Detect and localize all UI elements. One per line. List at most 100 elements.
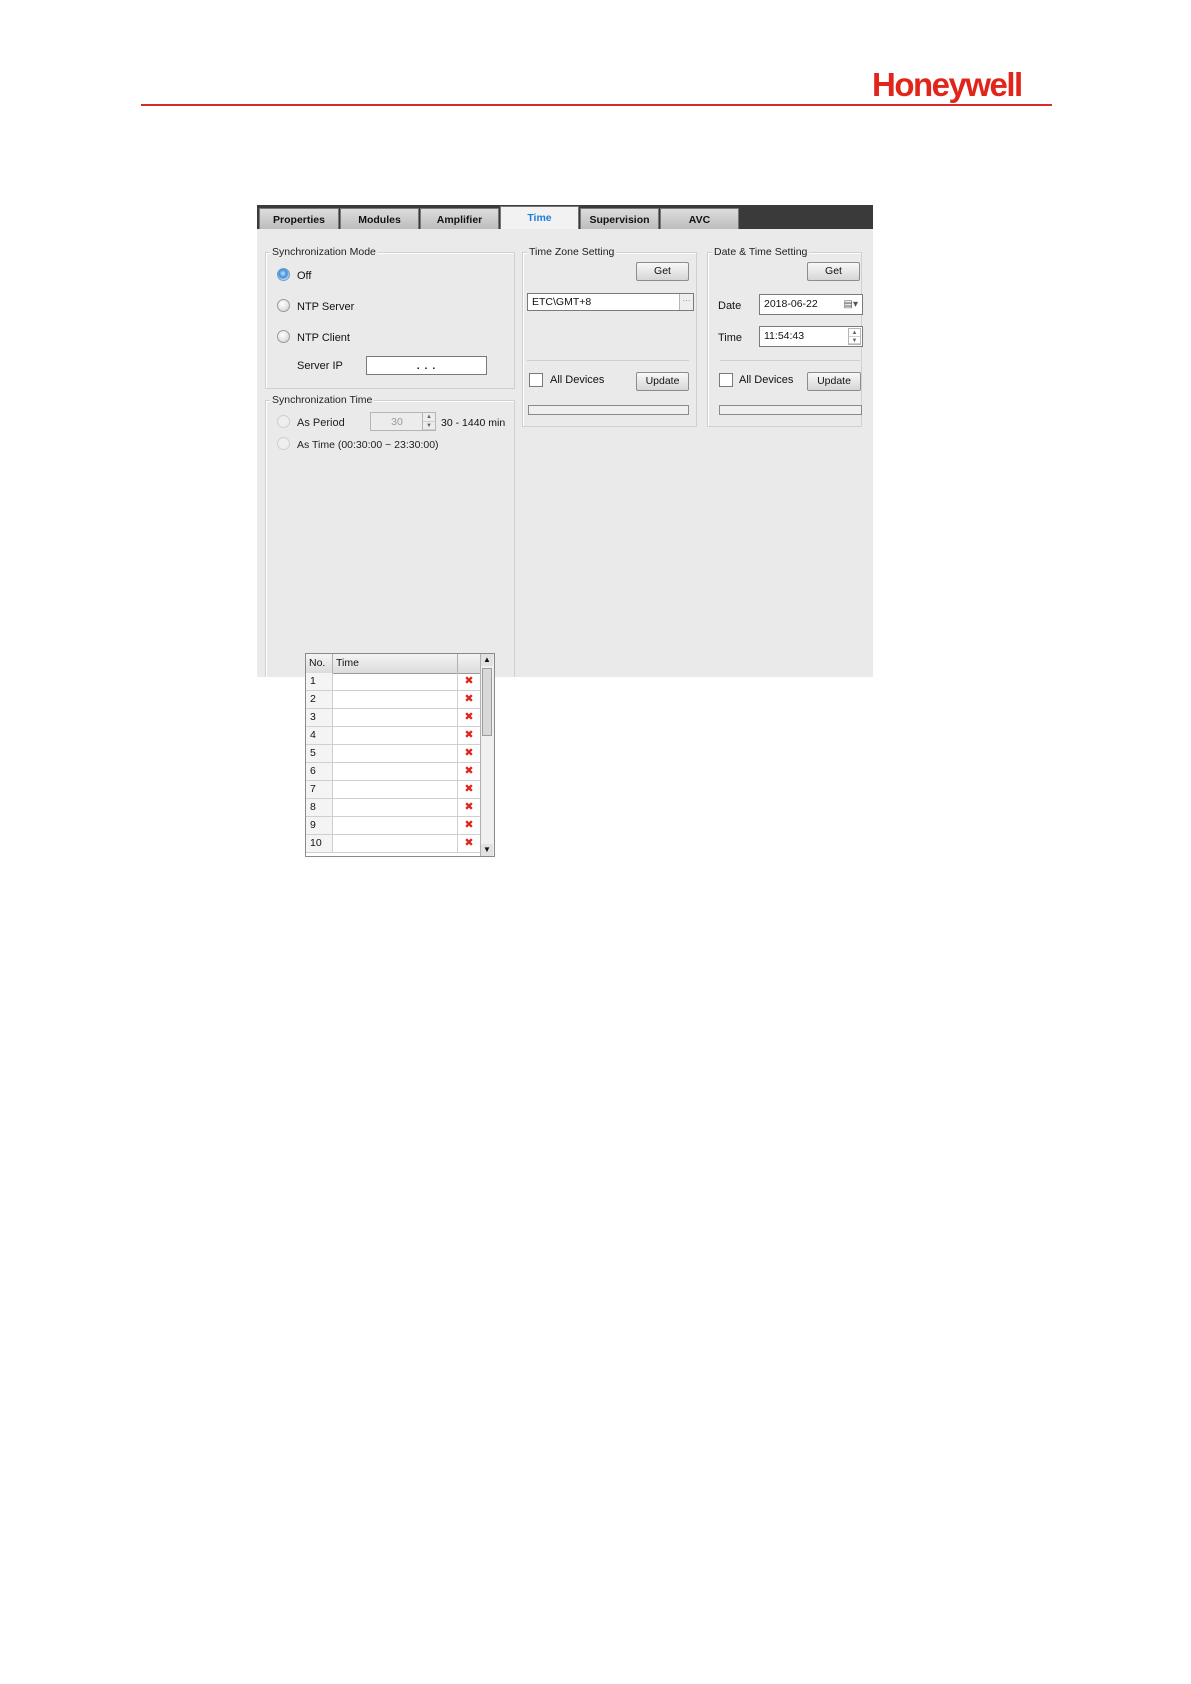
date-label: Date bbox=[718, 300, 742, 312]
row-number: 9 bbox=[306, 817, 333, 834]
period-spin-buttons[interactable]: ▲ ▼ bbox=[422, 413, 435, 430]
tab-avc[interactable]: AVC bbox=[660, 208, 739, 229]
row-time-cell[interactable] bbox=[333, 799, 458, 816]
table-row[interactable]: 5 ✖ bbox=[306, 745, 481, 763]
timezone-value: ETC\GMT+8 bbox=[532, 296, 592, 308]
table-row[interactable]: 7 ✖ bbox=[306, 781, 481, 799]
tab-supervision[interactable]: Supervision bbox=[580, 208, 659, 229]
table-row[interactable]: 6 ✖ bbox=[306, 763, 481, 781]
row-number: 10 bbox=[306, 835, 333, 852]
time-input[interactable]: 11:54:43 ▲ ▼ bbox=[759, 326, 863, 347]
table-row[interactable]: 8 ✖ bbox=[306, 799, 481, 817]
row-time-cell[interactable] bbox=[333, 835, 458, 852]
sync-mode-group: Synchronization Mode Off NTP Server NTP … bbox=[265, 246, 515, 389]
delete-icon[interactable]: ✖ bbox=[458, 817, 480, 834]
delete-icon[interactable]: ✖ bbox=[458, 781, 480, 798]
row-time-cell[interactable] bbox=[333, 817, 458, 834]
timezone-separator bbox=[527, 360, 689, 361]
time-spin-buttons[interactable]: ▲ ▼ bbox=[848, 328, 861, 345]
date-picker[interactable]: 2018-06-22 ▤▾ bbox=[759, 294, 863, 315]
row-time-cell[interactable] bbox=[333, 763, 458, 780]
datetime-all-devices-label: All Devices bbox=[739, 374, 794, 386]
row-number: 6 bbox=[306, 763, 333, 780]
table-row[interactable]: 4 ✖ bbox=[306, 727, 481, 745]
timezone-group: Time Zone Setting Get ETC\GMT+8 ··· All … bbox=[522, 246, 697, 427]
radio-as-time[interactable] bbox=[277, 437, 290, 450]
row-time-cell[interactable] bbox=[333, 709, 458, 726]
sync-time-legend: Synchronization Time bbox=[270, 394, 375, 406]
delete-icon[interactable]: ✖ bbox=[458, 799, 480, 816]
timezone-legend: Time Zone Setting bbox=[527, 246, 617, 258]
radio-off-label: Off bbox=[297, 270, 312, 282]
datetime-update-button[interactable]: Update bbox=[807, 372, 861, 391]
table-row[interactable]: 10 ✖ bbox=[306, 835, 481, 853]
time-label: Time bbox=[718, 332, 743, 344]
delete-icon[interactable]: ✖ bbox=[458, 763, 480, 780]
row-time-cell[interactable] bbox=[333, 781, 458, 798]
column-header-time: Time bbox=[333, 654, 458, 673]
datetime-all-devices-checkbox[interactable] bbox=[719, 373, 733, 387]
table-header: No. Time bbox=[306, 654, 494, 674]
tab-amplifier[interactable]: Amplifier bbox=[420, 208, 499, 229]
radio-ntp-server-label: NTP Server bbox=[297, 301, 355, 313]
row-time-cell[interactable] bbox=[333, 673, 458, 690]
radio-ntp-client-label: NTP Client bbox=[297, 332, 350, 344]
row-time-cell[interactable] bbox=[333, 745, 458, 762]
delete-icon[interactable]: ✖ bbox=[458, 709, 480, 726]
table-row[interactable]: 2 ✖ bbox=[306, 691, 481, 709]
row-number: 3 bbox=[306, 709, 333, 726]
delete-icon[interactable]: ✖ bbox=[458, 691, 480, 708]
row-number: 1 bbox=[306, 673, 333, 690]
delete-icon[interactable]: ✖ bbox=[458, 673, 480, 690]
table-row[interactable]: 1 ✖ bbox=[306, 673, 481, 691]
honeywell-logo: Honeywell bbox=[872, 66, 1023, 103]
column-header-action bbox=[458, 654, 481, 673]
sync-mode-legend: Synchronization Mode bbox=[270, 246, 378, 258]
tab-modules[interactable]: Modules bbox=[340, 208, 419, 229]
server-ip-input[interactable]: . . . bbox=[366, 356, 487, 375]
timezone-update-button[interactable]: Update bbox=[636, 372, 689, 391]
row-number: 7 bbox=[306, 781, 333, 798]
timezone-get-button[interactable]: Get bbox=[636, 262, 689, 281]
row-time-cell[interactable] bbox=[333, 727, 458, 744]
tab-bar: Properties Modules Amplifier Time Superv… bbox=[257, 205, 873, 229]
timezone-all-devices-label: All Devices bbox=[550, 374, 605, 386]
dropdown-ellipsis-icon[interactable]: ··· bbox=[679, 294, 693, 310]
scroll-down-arrow-icon[interactable]: ▼ bbox=[481, 844, 493, 856]
calendar-dropdown-icon[interactable]: ▤▾ bbox=[844, 295, 858, 314]
scrollbar-thumb[interactable] bbox=[482, 668, 492, 736]
row-number: 8 bbox=[306, 799, 333, 816]
time-settings-window: Properties Modules Amplifier Time Superv… bbox=[257, 205, 873, 857]
radio-as-period[interactable] bbox=[277, 415, 290, 428]
timezone-all-devices-checkbox[interactable] bbox=[529, 373, 543, 387]
datetime-get-button[interactable]: Get bbox=[807, 262, 860, 281]
row-number: 5 bbox=[306, 745, 333, 762]
column-header-no: No. bbox=[306, 654, 333, 673]
tab-properties[interactable]: Properties bbox=[259, 208, 339, 229]
delete-icon[interactable]: ✖ bbox=[458, 727, 480, 744]
radio-ntp-server[interactable] bbox=[277, 299, 290, 312]
period-range-label: 30 - 1440 min bbox=[441, 417, 506, 429]
table-row[interactable]: 9 ✖ bbox=[306, 817, 481, 835]
period-stepper[interactable]: 30 ▲ ▼ bbox=[370, 412, 436, 431]
radio-ntp-client[interactable] bbox=[277, 330, 290, 343]
server-ip-label: Server IP bbox=[297, 360, 343, 372]
time-value: 11:54:43 bbox=[764, 330, 805, 342]
delete-icon[interactable]: ✖ bbox=[458, 835, 480, 852]
header-rule bbox=[141, 104, 1052, 106]
sync-time-table: No. Time 1 ✖ 2 ✖ 3 ✖ 4 ✖ 5 ✖ 6 ✖ 7 ✖ 8 ✖ 9 ✖ 10 ✖ … bbox=[305, 653, 495, 857]
scroll-up-arrow-icon[interactable]: ▲ bbox=[481, 654, 493, 666]
period-value: 30 bbox=[391, 416, 403, 428]
datetime-group: Date & Time Setting Get Date 2018-06-22 … bbox=[707, 246, 863, 427]
timezone-select[interactable]: ETC\GMT+8 ··· bbox=[527, 293, 694, 311]
radio-off[interactable] bbox=[277, 268, 290, 281]
row-time-cell[interactable] bbox=[333, 691, 458, 708]
delete-icon[interactable]: ✖ bbox=[458, 745, 480, 762]
table-row[interactable]: 3 ✖ bbox=[306, 709, 481, 727]
tab-time[interactable]: Time bbox=[500, 206, 579, 229]
timezone-progress-bar bbox=[528, 405, 689, 415]
row-number: 4 bbox=[306, 727, 333, 744]
datetime-separator bbox=[720, 360, 860, 361]
datetime-progress-bar bbox=[719, 405, 862, 415]
table-scrollbar[interactable]: ▲ ▼ bbox=[480, 654, 494, 856]
